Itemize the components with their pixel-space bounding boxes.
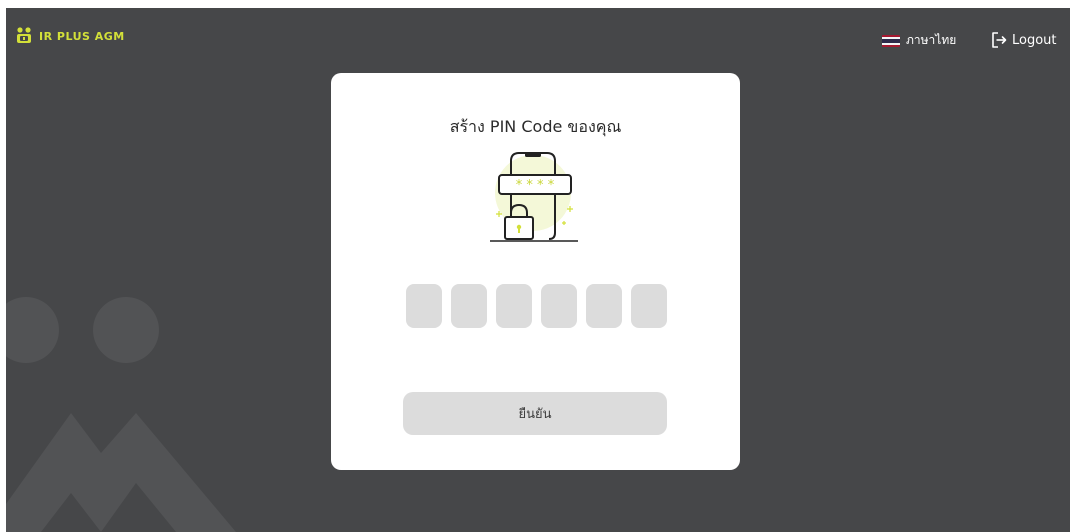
confirm-button[interactable]: ยืนยัน: [403, 392, 667, 435]
pin-digit-input[interactable]: [496, 284, 532, 328]
pin-digit-input[interactable]: [541, 284, 577, 328]
brand: IR PLUS AGM: [14, 26, 125, 46]
logout-icon: [992, 32, 1007, 48]
svg-text:* * * *: * * * *: [516, 178, 555, 193]
pin-input-row: [406, 284, 667, 328]
language-label: ภาษาไทย: [906, 33, 957, 47]
brand-name: IR PLUS AGM: [39, 29, 125, 43]
phone-password-lock-icon: * * * *: [490, 152, 578, 242]
logout-button[interactable]: Logout: [990, 31, 1057, 49]
pin-card: สร้าง PIN Code ของคุณ * * * * ยืนยัน: [331, 73, 740, 470]
brand-logo-icon: [17, 27, 31, 43]
pin-digit-input[interactable]: [451, 284, 487, 328]
pin-digit-input[interactable]: [586, 284, 622, 328]
language-selector[interactable]: ภาษาไทย: [882, 31, 956, 50]
app-screen: IR PLUS AGM ภาษาไทย Logout สร้าง PIN Cod…: [6, 8, 1070, 532]
card-title: สร้าง PIN Code ของคุณ: [449, 117, 622, 136]
background-logo-decoration: [6, 297, 236, 532]
pin-digit-input[interactable]: [631, 284, 667, 328]
thai-flag-icon: [882, 34, 900, 47]
pin-digit-input[interactable]: [406, 284, 442, 328]
logout-label: Logout: [1012, 32, 1057, 48]
